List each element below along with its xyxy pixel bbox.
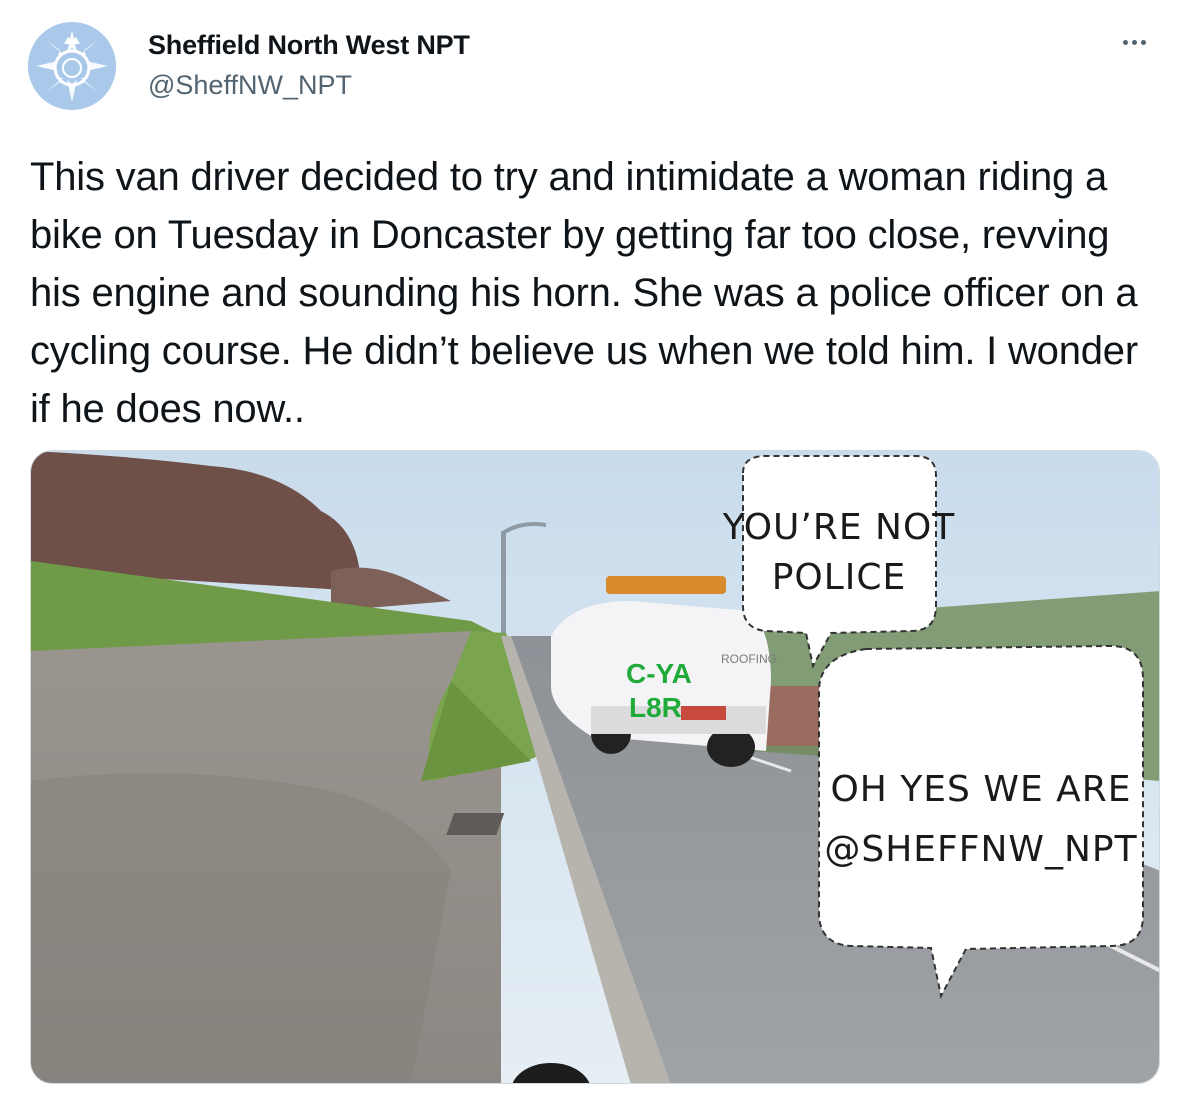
bubble-bottom-line1: OH YES WE ARE	[830, 769, 1131, 810]
speech-bubble-bottom: OH YES WE ARE @SHEFFNW_NPT	[818, 644, 1144, 999]
tweet-text: This van driver decided to try and intim…	[30, 155, 1138, 431]
bubble-top-line2: POLICE	[772, 557, 907, 598]
photo-scene: C-YA L8R ROOFING YOU’RE NOT POLICE OH YE…	[31, 451, 1159, 1083]
van-brand: ROOFING	[721, 652, 777, 666]
police-crest-icon	[28, 22, 116, 110]
bubble-bottom-line2: @SHEFFNW_NPT	[824, 829, 1137, 870]
tweet-photo[interactable]: C-YA L8R ROOFING YOU’RE NOT POLICE OH YE…	[30, 450, 1160, 1084]
more-options-icon[interactable]	[1114, 22, 1154, 62]
bubble-top-line1: YOU’RE NOT	[722, 507, 956, 548]
display-name[interactable]: Sheffield North West NPT	[148, 30, 470, 61]
tweet-card: Sheffield North West NPT @SheffNW_NPT Th…	[0, 0, 1182, 1102]
van-graffiti-line2: L8R	[629, 692, 682, 723]
avatar[interactable]	[28, 22, 116, 110]
account-handle[interactable]: @SheffNW_NPT	[148, 70, 352, 101]
van-graffiti-line1: C-YA	[626, 658, 692, 689]
